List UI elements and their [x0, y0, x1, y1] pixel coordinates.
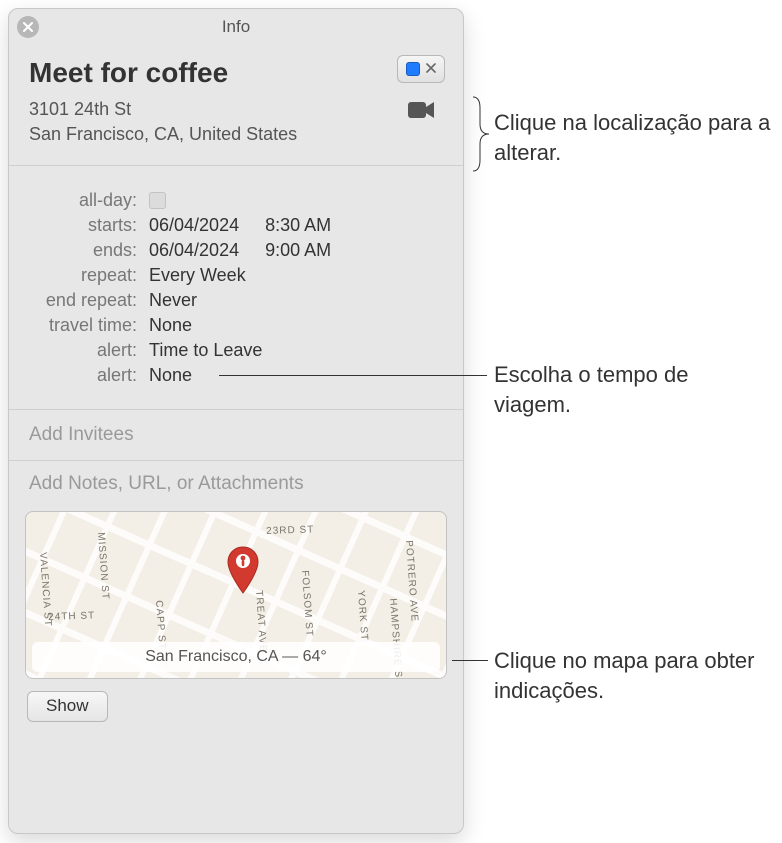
event-info-popover: Info Meet for coffee 3101 24th St San Fr… — [8, 8, 464, 834]
location-map[interactable]: 23RD ST 24TH ST VALENCIA ST MISSION ST C… — [25, 511, 447, 679]
repeat-value[interactable]: Every Week — [149, 266, 246, 284]
event-details: all-day: starts: 06/04/2024 8:30 AM ends… — [9, 166, 463, 410]
add-invitees-field[interactable]: Add Invitees — [9, 410, 463, 461]
event-location-line2: San Francisco, CA, United States — [29, 122, 443, 147]
starts-time-field[interactable]: 8:30 AM — [265, 216, 331, 234]
label-allday: all-day: — [29, 191, 149, 209]
calendar-color-swatch — [406, 62, 420, 76]
event-location-field[interactable]: 3101 24th St San Francisco, CA, United S… — [29, 97, 443, 147]
ends-date-field[interactable]: 06/04/2024 — [149, 241, 239, 259]
callout-map: Clique no mapa para obter indicações. — [494, 646, 782, 705]
map-street-label: 24TH ST — [48, 611, 95, 624]
event-header: Meet for coffee 3101 24th St San Francis… — [9, 45, 463, 166]
label-repeat: repeat: — [29, 266, 149, 284]
callout-brace — [472, 96, 490, 172]
label-travel-time: travel time: — [29, 316, 149, 334]
window-title: Info — [9, 17, 463, 37]
close-icon — [22, 21, 34, 33]
label-ends: ends: — [29, 241, 149, 259]
callout-leader-line — [219, 375, 487, 376]
callout-location: Clique na localização para a alterar. — [494, 108, 782, 167]
add-notes-field[interactable]: Add Notes, URL, or Attachments — [9, 461, 463, 503]
add-video-call-button[interactable] — [397, 95, 445, 125]
calendar-color-picker[interactable] — [397, 55, 445, 83]
label-end-repeat: end repeat: — [29, 291, 149, 309]
title-bar: Info — [9, 9, 463, 45]
close-button[interactable] — [17, 16, 39, 38]
label-alert-1: alert: — [29, 341, 149, 359]
video-camera-icon — [407, 100, 435, 120]
label-starts: starts: — [29, 216, 149, 234]
annotation-layer: Clique na localização para a alterar. Es… — [466, 0, 782, 843]
callout-travel: Escolha o tempo de viagem. — [494, 360, 754, 419]
event-location-line1: 3101 24th St — [29, 97, 443, 122]
chevron-down-icon — [426, 60, 436, 78]
alert-2-value[interactable]: None — [149, 366, 192, 384]
ends-time-field[interactable]: 9:00 AM — [265, 241, 331, 259]
label-alert-2: alert: — [29, 366, 149, 384]
show-button[interactable]: Show — [27, 691, 108, 722]
travel-time-value[interactable]: None — [149, 316, 192, 334]
alert-1-value[interactable]: Time to Leave — [149, 341, 262, 359]
all-day-checkbox[interactable] — [149, 192, 166, 209]
callout-leader-line — [452, 660, 488, 661]
starts-date-field[interactable]: 06/04/2024 — [149, 216, 239, 234]
map-caption: San Francisco, CA — 64° — [32, 642, 440, 672]
map-street-label: 23RD ST — [266, 525, 314, 538]
event-title-field[interactable]: Meet for coffee — [29, 57, 443, 89]
end-repeat-value[interactable]: Never — [149, 291, 197, 309]
